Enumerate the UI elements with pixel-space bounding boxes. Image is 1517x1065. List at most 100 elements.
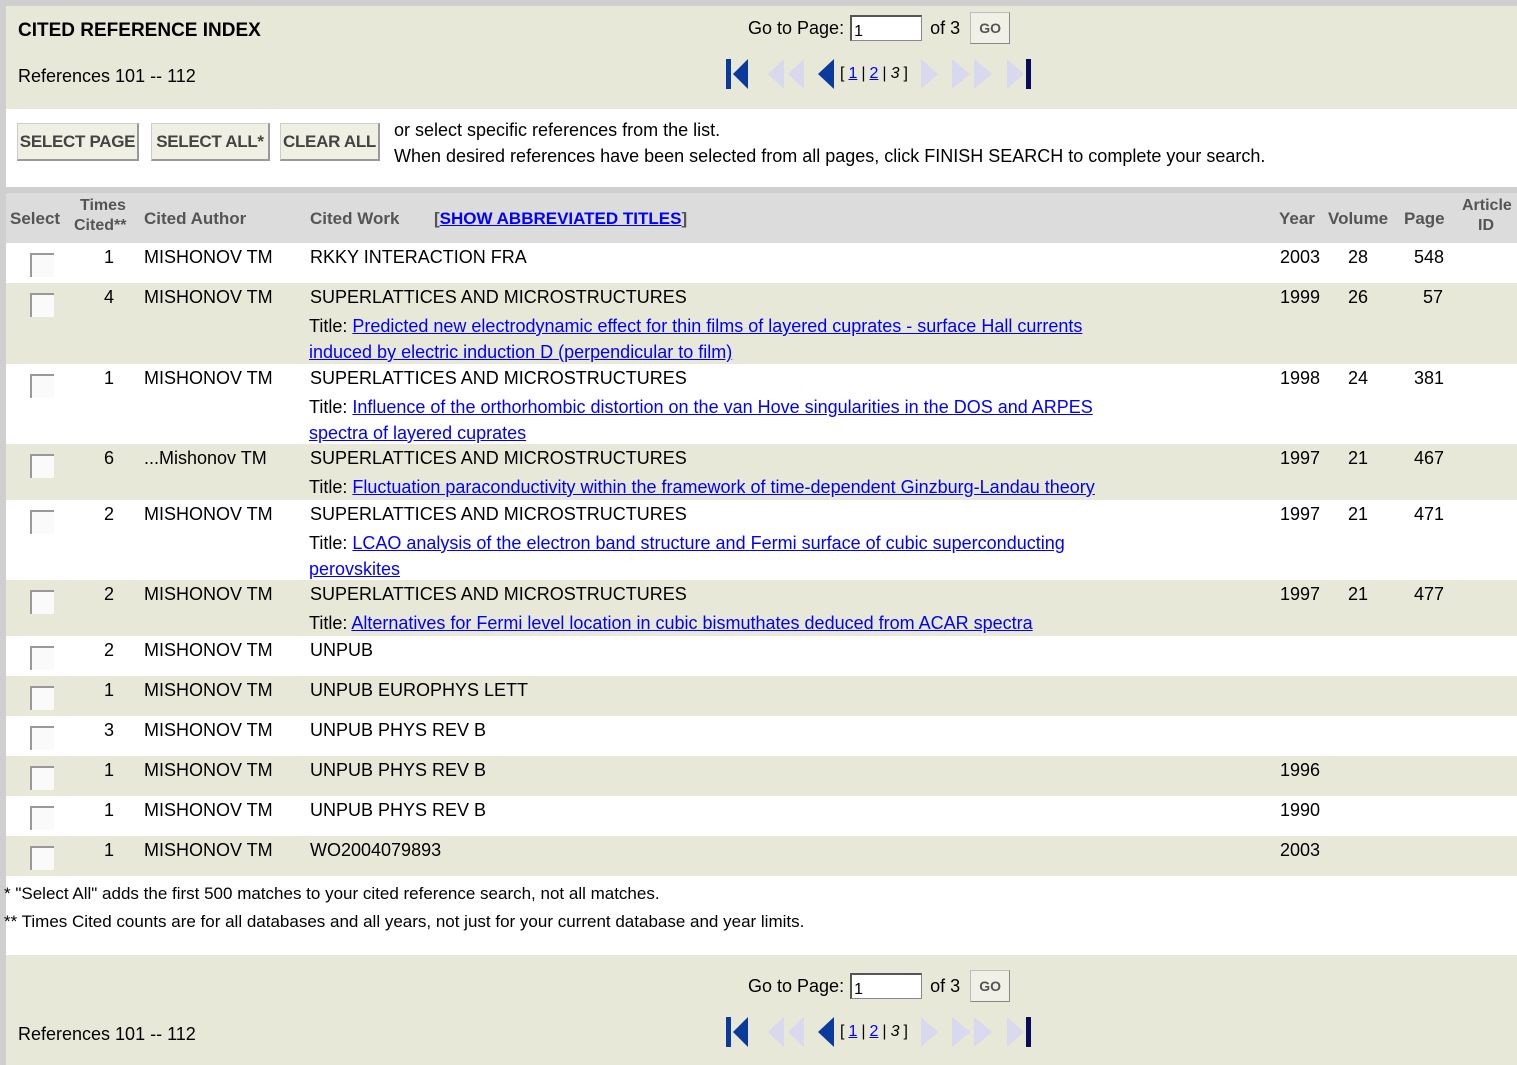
cited-author: MISHONOV TM [144,800,273,820]
col-year: Year [1279,209,1315,228]
title-label: Title: [309,316,348,336]
cited-work: SUPERLATTICES AND MICROSTRUCTURES [310,368,687,388]
table-row: 1 MISHONOV TM RKKY INTERACTION FRA 2003 28 54… [6,243,1517,283]
table-row: 2 MISHONOV TM SUPERLATTICES AND MICROSTRUC… [6,500,1517,580]
pager-bracket-close: ] [903,65,908,82]
times-cited: 3 [104,720,115,740]
cited-work: UNPUB PHYS REV B [310,720,487,740]
page: 548 [1414,247,1445,267]
prev-ten-icon [760,1015,810,1049]
article-title-link[interactable]: LCAO analysis of the electron band struc… [309,533,1065,579]
goto-page-top: Go to Page: 1 of 3 GO [748,12,1011,44]
cited-work: UNPUB PHYS REV B [310,800,487,820]
select-checkbox[interactable] [30,726,54,750]
page-link-2[interactable]: 2 [870,1023,879,1041]
select-checkbox[interactable] [30,806,54,830]
select-page-button[interactable]: SELECT PAGE [17,123,139,161]
col-cited-author: Cited Author [144,209,247,228]
go-button-bottom[interactable]: GO [970,970,1011,1002]
pager-separator: | [861,1023,866,1040]
goto-label: Go to Page: [748,17,845,38]
select-checkbox[interactable] [30,590,54,614]
title-label: Title: [309,533,348,553]
first-page-icon[interactable] [724,1015,752,1049]
article-title: Title: Predicted new electrodynamic effe… [309,313,1249,365]
article-title-link[interactable]: Predicted new electrodynamic effect for … [309,316,1082,362]
page-title: CITED REFERENCE INDEX [18,20,261,41]
select-checkbox[interactable] [30,253,54,277]
select-checkbox[interactable] [30,686,54,710]
page-number-input[interactable]: 1 [850,15,923,41]
first-page-icon[interactable] [724,57,752,91]
cited-work: SUPERLATTICES AND MICROSTRUCTURES [310,448,687,468]
year: 1997 [1280,448,1321,468]
prev-ten-icon [760,57,810,91]
col-article-id-2: ID [1478,217,1494,234]
table-row: 2 MISHONOV TM UNPUB [6,636,1517,676]
year: 1999 [1280,287,1321,307]
year: 1990 [1280,800,1321,820]
year: 2003 [1280,247,1321,267]
table-row: 1 MISHONOV TM UNPUB PHYS REV B 1996 [6,756,1517,796]
volume: 26 [1348,287,1369,307]
article-title-link[interactable]: Alternatives for Fermi level location in… [351,613,1032,633]
times-cited: 2 [104,504,115,524]
pager-separator: | [861,65,866,82]
title-label: Title: [309,477,348,497]
volume: 24 [1348,368,1369,388]
prev-page-icon[interactable] [816,57,836,91]
select-all-button[interactable]: SELECT ALL* [151,123,270,161]
references-range: References 101 -- 112 [18,66,196,86]
pager-top: [ 1 | 2 | 3 ] [724,57,1034,91]
select-checkbox[interactable] [30,766,54,790]
pager-bracket-close: ] [903,1023,908,1040]
cited-work: UNPUB [310,640,374,660]
article-title-link[interactable]: Influence of the orthorhombic distortion… [309,397,1093,443]
times-cited: 1 [104,760,115,780]
times-cited: 1 [104,368,115,388]
table-row: 1 MISHONOV TM UNPUB PHYS REV B 1990 [6,796,1517,836]
goto-page-bottom: Go to Page: 1 of 3 GO [748,970,1011,1002]
go-button[interactable]: GO [970,12,1011,44]
year: 1997 [1280,584,1321,604]
volume: 21 [1348,504,1369,524]
last-page-icon [1004,1015,1034,1049]
select-checkbox[interactable] [30,454,54,478]
pager-bracket-open: [ [840,65,845,82]
title-line-1: Influence of the orthorhombic distortion… [352,397,1093,417]
page-link-1[interactable]: 1 [848,1023,857,1041]
select-checkbox[interactable] [30,646,54,670]
table-row: 4 MISHONOV TM SUPERLATTICES AND MICROSTRUC… [6,283,1517,364]
table-row: 1 MISHONOV TM UNPUB EUROPHYS LETT [6,676,1517,716]
current-page: 3 [890,1023,900,1040]
page: 57 [1423,287,1444,307]
select-checkbox[interactable] [30,374,54,398]
volume: 21 [1348,584,1369,604]
table-row: 1 MISHONOV TM WO2004079893 2003 [6,836,1517,876]
page-link-1[interactable]: 1 [848,65,857,83]
title-line-1: Alternatives for Fermi level location in… [351,613,1033,633]
prev-page-icon[interactable] [816,1015,836,1049]
title-line-2: perovskites [309,559,401,579]
page-link-2[interactable]: 2 [870,65,879,83]
col-cited-work: Cited Work [310,209,400,228]
article-title-link[interactable]: Fluctuation paraconductivity within the … [352,477,1094,497]
goto-label: Go to Page: [748,975,845,996]
article-title: Title: Alternatives for Fermi level loca… [309,610,1249,636]
article-title: Title: Fluctuation paraconductivity with… [309,474,1249,500]
page: 467 [1414,448,1445,468]
show-abbreviated-titles-link[interactable]: SHOW ABBREVIATED TITLES [440,209,682,228]
volume: 21 [1348,448,1369,468]
select-checkbox[interactable] [30,846,54,870]
cited-work: UNPUB PHYS REV B [310,760,487,780]
title-label: Title: [309,613,348,633]
bracket-close: ] [681,209,688,228]
page-number-input-bottom[interactable]: 1 [850,973,923,999]
select-checkbox[interactable] [30,293,54,317]
cited-work: SUPERLATTICES AND MICROSTRUCTURES [310,504,687,524]
select-checkbox[interactable] [30,510,54,534]
title-line-1: Predicted new electrodynamic effect for … [352,316,1083,336]
clear-all-button[interactable]: CLEAR ALL [280,123,380,161]
page-count: of 3 [930,17,961,38]
current-page: 3 [890,65,900,82]
